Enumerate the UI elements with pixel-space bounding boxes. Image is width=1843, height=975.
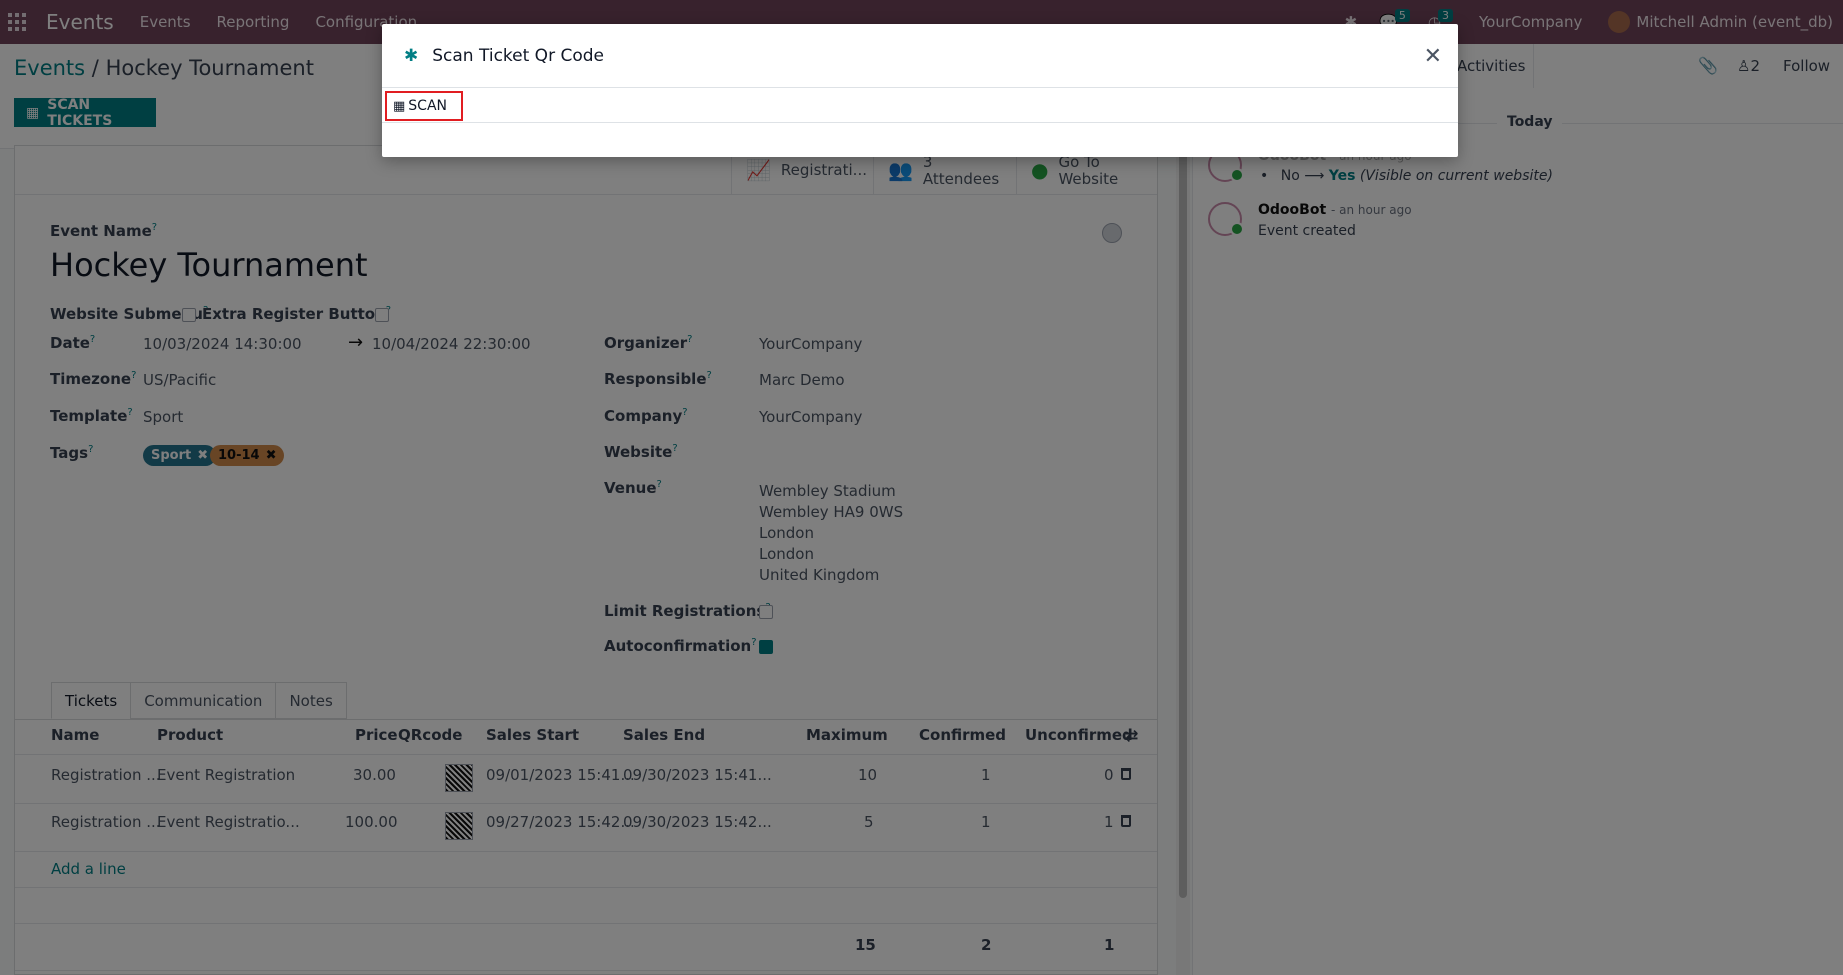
scan-label: SCAN: [408, 98, 448, 114]
scan-button[interactable]: ▦ SCAN: [385, 91, 463, 121]
dialog-title: Scan Ticket Qr Code: [432, 45, 604, 66]
scan-ticket-dialog: ✱ Scan Ticket Qr Code ✕ ▦ SCAN: [382, 24, 1458, 157]
dialog-body: ▦ SCAN: [382, 88, 1458, 123]
dialog-header: ✱ Scan Ticket Qr Code: [382, 24, 1458, 88]
qr-icon: ▦: [393, 98, 406, 114]
bug-icon: ✱: [404, 45, 419, 66]
close-icon[interactable]: ✕: [1424, 44, 1442, 69]
